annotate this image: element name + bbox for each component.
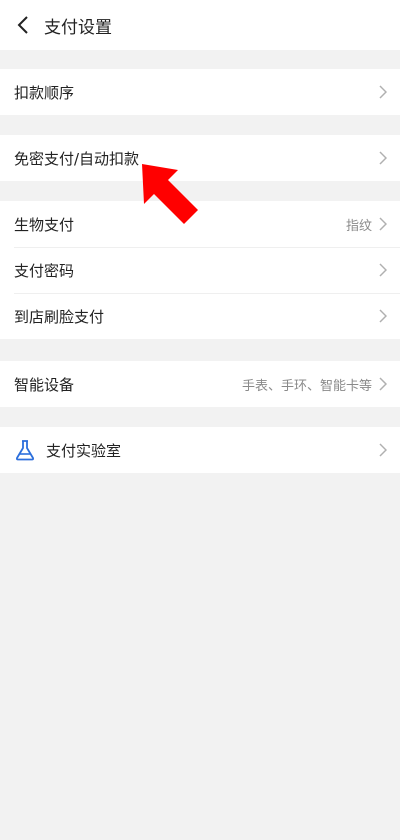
row-label: 到店刷脸支付 [14, 307, 105, 326]
group-deduction-order: 扣款顺序 [0, 69, 400, 115]
row-label: 支付密码 [14, 261, 75, 280]
row-value: 手表、手环、智能卡等 [241, 378, 372, 394]
group-smart-devices: 智能设备 手表、手环、智能卡等 [0, 361, 400, 407]
chevron-left-icon [17, 16, 28, 34]
page-title: 支付设置 [44, 17, 112, 38]
chevron-right-icon [378, 376, 388, 392]
chevron-right-icon [378, 262, 388, 278]
chevron-right-icon [378, 216, 388, 232]
row-payment-lab[interactable]: 支付实验室 [0, 427, 400, 473]
row-label: 智能设备 [14, 375, 75, 394]
row-label: 扣款顺序 [14, 83, 75, 102]
row-payment-password[interactable]: 支付密码 [0, 247, 400, 293]
row-label: 支付实验室 [46, 441, 122, 460]
flask-icon [14, 439, 36, 461]
top-bar: 支付设置 [0, 0, 400, 50]
payment-settings-page: 支付设置 扣款顺序 免密支付/自动扣款 生物支付 指纹 支付密码 到店刷脸支付 … [0, 0, 400, 840]
red-arrow-icon [142, 164, 198, 224]
row-face-pay-in-store[interactable]: 到店刷脸支付 [0, 293, 400, 339]
chevron-right-icon [378, 442, 388, 458]
chevron-right-icon [378, 84, 388, 100]
group-payment-lab: 支付实验室 [0, 427, 400, 473]
row-value: 指纹 [345, 218, 372, 234]
back-button[interactable] [4, 0, 42, 50]
chevron-right-icon [378, 308, 388, 324]
row-deduction-order[interactable]: 扣款顺序 [0, 69, 400, 115]
row-smart-devices[interactable]: 智能设备 手表、手环、智能卡等 [0, 361, 400, 407]
chevron-right-icon [378, 150, 388, 166]
